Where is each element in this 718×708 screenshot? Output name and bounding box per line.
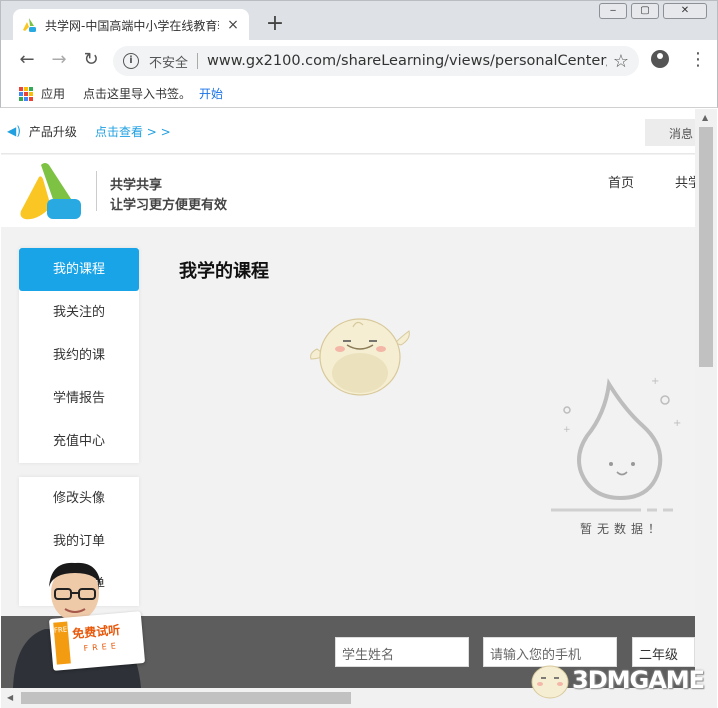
maximize-button[interactable]: ▢ — [631, 3, 659, 19]
notice-bar: ◀) 产品升级 点击查看 > > 消息 — [1, 109, 717, 154]
page-title: 我学的课程 — [179, 261, 269, 282]
scroll-up-arrow-icon[interactable]: ▲ — [702, 113, 708, 122]
site-favicon-icon — [23, 18, 36, 32]
bookmarks-bar: 应用 点击这里导入书签。 开始 — [0, 80, 718, 108]
window-controls: ‒ ▢ ✕ — [599, 3, 707, 19]
sidebar-menu-primary: 我的课程 我关注的 我约的课 学情报告 充值中心 — [19, 248, 139, 463]
free-trial-badge[interactable]: FREE 免费试听 FREE — [48, 611, 146, 671]
minimize-button[interactable]: ‒ — [599, 3, 627, 19]
brand-name: 共学共享 — [110, 178, 163, 193]
url-text[interactable]: www.gx2100.com/shareLearning/views/perso… — [207, 53, 607, 69]
site-logo-icon[interactable] — [17, 161, 83, 223]
browser-menu-icon[interactable]: ⋮ — [689, 48, 707, 72]
sidebar-item-booked[interactable]: 我约的课 — [19, 334, 139, 377]
notice-link[interactable]: 点击查看 > > — [95, 123, 171, 140]
scroll-left-arrow-icon[interactable]: ◀ — [7, 693, 13, 702]
browser-tab[interactable]: 共学网-中国高端中小学在线教育辅 × — [13, 9, 249, 41]
svg-text:+: + — [563, 425, 571, 435]
bookmark-apps[interactable]: 应用 — [41, 85, 65, 102]
close-window-button[interactable]: ✕ — [663, 3, 707, 19]
sidebar-item-my-courses[interactable]: 我的课程 — [19, 248, 139, 291]
vertical-scrollbar[interactable]: ▲ — [695, 109, 717, 688]
student-name-input[interactable]: 学生姓名 — [335, 637, 469, 667]
sidebar-item-recharge[interactable]: 充值中心 — [19, 420, 139, 463]
tab-title: 共学网-中国高端中小学在线教育辅 — [45, 18, 219, 33]
free-tag: FREE — [53, 621, 72, 665]
browser-tab-bar: 共学网-中国高端中小学在线教育辅 × + ‒ ▢ ✕ — [0, 0, 718, 41]
mascot-bird-icon — [310, 318, 410, 396]
bookmark-import-hint: 点击这里导入书签。 — [83, 87, 192, 101]
close-tab-icon[interactable]: × — [225, 17, 241, 33]
site-header: 共学共享 让学习更方便更有效 首页 共学 — [1, 155, 717, 227]
notice-label: 产品升级 — [28, 124, 77, 139]
vertical-scroll-thumb[interactable] — [699, 127, 713, 367]
watermark-mascot-icon — [531, 665, 569, 699]
bookmark-star-icon[interactable]: ☆ — [613, 51, 629, 72]
logo-divider — [96, 171, 97, 211]
forward-arrow-icon[interactable]: → — [47, 48, 71, 72]
apps-grid-icon[interactable] — [19, 86, 33, 101]
3dmgame-watermark: 3DMGAME — [528, 660, 705, 700]
security-label: 不安全 — [149, 55, 189, 71]
reload-icon[interactable]: ↻ — [79, 48, 103, 72]
brand-slogan: 让学习更方便更有效 — [110, 198, 228, 213]
free-trial-title: 免费试听 — [71, 622, 121, 642]
page-viewport: ◀) 产品升级 点击查看 > > 消息 共学共享 让学习更方便更有效 首页 共学… — [1, 109, 717, 708]
sidebar-item-following[interactable]: 我关注的 — [19, 291, 139, 334]
nav-home-link[interactable]: 首页 — [608, 172, 634, 191]
sidebar-item-avatar[interactable]: 修改头像 — [19, 477, 139, 520]
horizontal-scroll-thumb[interactable] — [21, 692, 351, 704]
svg-text:+: + — [651, 376, 659, 387]
svg-text:+: + — [673, 418, 681, 429]
empty-state-text: 暂无数据！ — [580, 522, 666, 536]
address-bar[interactable]: i 不安全 www.gx2100.com/shareLearning/views… — [113, 46, 639, 76]
empty-state-illustration-icon: + + + — [551, 376, 693, 512]
watermark-text: 3DMGAME — [572, 666, 705, 694]
sidebar-item-report[interactable]: 学情报告 — [19, 377, 139, 420]
bookmark-start-link[interactable]: 开始 — [199, 85, 223, 102]
speaker-icon: ◀) — [7, 124, 21, 138]
omnibox-divider — [197, 53, 199, 69]
new-tab-button[interactable]: + — [263, 13, 287, 37]
free-trial-subtitle: FREE — [83, 641, 121, 654]
back-arrow-icon[interactable]: ← — [15, 48, 39, 72]
account-icon[interactable] — [651, 50, 669, 68]
browser-toolbar: ← → ↻ i 不安全 www.gx2100.com/shareLearning… — [0, 40, 718, 80]
info-icon[interactable]: i — [123, 53, 139, 69]
